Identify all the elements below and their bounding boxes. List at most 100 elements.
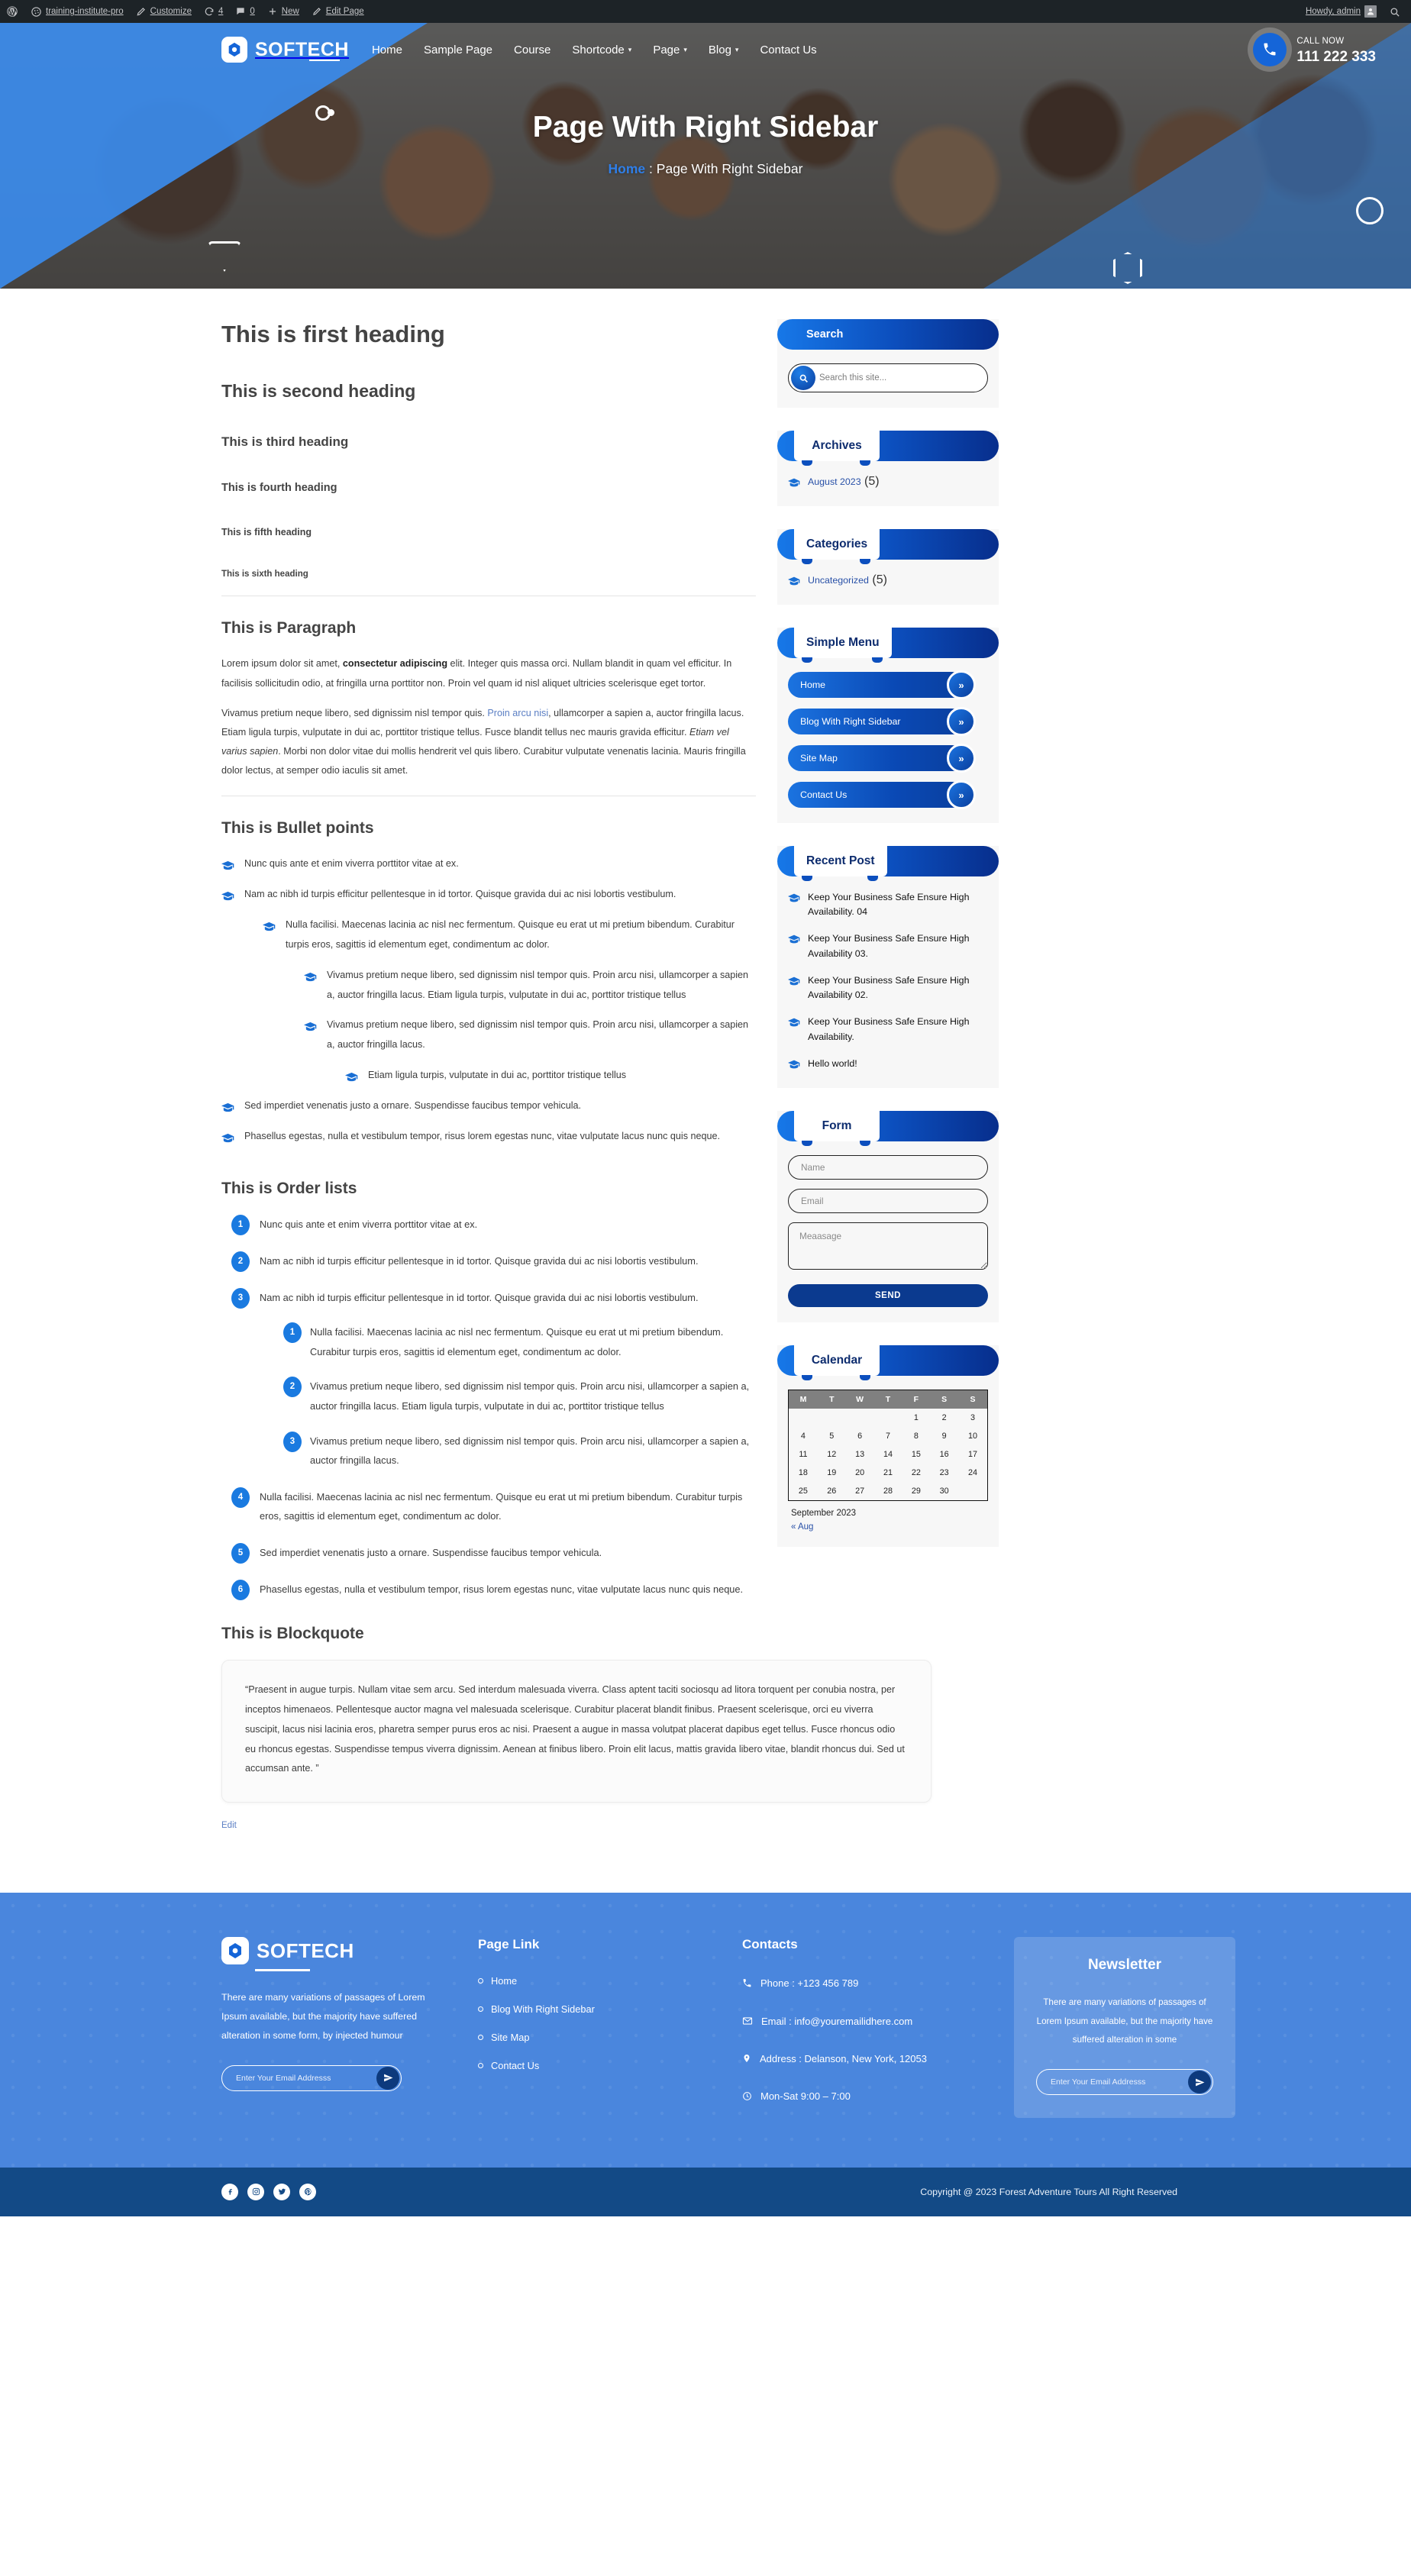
- list-item-text: Phasellus egestas, nulla et vestibulum t…: [244, 1130, 721, 1141]
- contact-hours-text: Mon-Sat 9:00 – 7:00: [760, 2090, 851, 2103]
- footer-description: There are many variations of passages of…: [221, 1992, 425, 2041]
- footer-link-site-map[interactable]: Site Map: [491, 2032, 530, 2043]
- chevron-down-icon: ▾: [628, 45, 632, 53]
- adminbar-search-icon[interactable]: [1383, 0, 1406, 23]
- footer-bottom-bar: Copyright @ 2023 Forest Adventure Tours …: [0, 2167, 1411, 2216]
- footer-newsletter-column: Newsletter There are many variations of …: [1014, 1937, 1235, 2126]
- search-input[interactable]: [789, 364, 987, 392]
- nav-item-blog[interactable]: Blog ▾: [709, 44, 739, 56]
- search-submit-button[interactable]: [791, 366, 815, 390]
- adminbar-edit-page[interactable]: Edit Page: [305, 0, 370, 23]
- nav-item-page[interactable]: Page ▾: [653, 44, 687, 56]
- widget-search-header: Search: [777, 319, 999, 350]
- widget-calendar-title: Calendar: [794, 1344, 880, 1380]
- list-number-badge: 5: [231, 1542, 250, 1564]
- list-item: Nunc quis ante et enim viverra porttitor…: [221, 854, 756, 874]
- footer-link-blog-with-right-sidebar[interactable]: Blog With Right Sidebar: [491, 2003, 595, 2015]
- circle-bullet-icon: [478, 2035, 483, 2041]
- chevron-down-icon: ▾: [735, 45, 739, 53]
- archives-list: August 2023 (5): [788, 475, 988, 491]
- nav-item-course[interactable]: Course: [514, 44, 551, 56]
- recent-post-link[interactable]: Keep Your Business Safe Ensure High Avai…: [808, 973, 988, 1002]
- menu-item-contact-us[interactable]: Contact Us »: [788, 780, 976, 809]
- widget-calendar: Calendar September 2023 M T W T F S S 1 …: [777, 1344, 999, 1547]
- newsletter-card: Newsletter There are many variations of …: [1014, 1937, 1235, 2119]
- bullet-sublist-level-4: Etiam ligula turpis, vulputate in dui ac…: [327, 1066, 756, 1086]
- calendar-day: 25: [798, 1486, 808, 1496]
- adminbar-new[interactable]: New: [261, 0, 305, 23]
- adminbar-comments[interactable]: 0: [229, 0, 260, 23]
- footer-link-contact-us[interactable]: Contact Us: [491, 2060, 539, 2071]
- heading-level-4: This is fourth heading: [221, 482, 337, 495]
- hero-center: Page With Right Sidebar Home : Page With…: [0, 76, 1411, 177]
- calendar-weekday: F: [902, 1390, 931, 1409]
- calendar-day: [958, 1482, 987, 1501]
- site-logo[interactable]: SOFTECH: [0, 37, 349, 63]
- message-field[interactable]: [788, 1222, 988, 1270]
- sidebar: Search Archives: [777, 319, 999, 1832]
- footer-link-home[interactable]: Home: [491, 1975, 517, 1987]
- nav-item-shortcode[interactable]: Shortcode ▾: [572, 44, 631, 56]
- recent-post-link[interactable]: Keep Your Business Safe Ensure High Avai…: [808, 931, 988, 960]
- recent-post-link[interactable]: Hello world!: [808, 1057, 857, 1071]
- avatar: [1364, 5, 1377, 18]
- call-now-block[interactable]: CALL NOW 111 222 333: [1253, 33, 1376, 66]
- instagram-icon[interactable]: [247, 2183, 264, 2200]
- recent-post-link[interactable]: Keep Your Business Safe Ensure High Avai…: [808, 1015, 988, 1044]
- newsletter-subscribe-box: [1036, 2069, 1213, 2096]
- nav-item-contact-us[interactable]: Contact Us: [760, 44, 816, 56]
- send-button[interactable]: SEND: [788, 1283, 988, 1307]
- adminbar-site-name[interactable]: training-institute-pro: [24, 0, 130, 23]
- category-link[interactable]: Uncategorized: [808, 575, 869, 586]
- graduation-cap-icon: [788, 1017, 800, 1031]
- widget-simple-menu-header: Simple Menu: [777, 628, 999, 663]
- calendar-week-row: 18 19 20 21 22 23 24: [789, 1464, 988, 1482]
- menu-item-blog-with-right-sidebar[interactable]: Blog With Right Sidebar »: [788, 707, 976, 736]
- ordered-list-item: 5 Sed imperdiet venenatis justo a ornare…: [221, 1542, 756, 1564]
- footer-email-input[interactable]: [222, 2065, 401, 2090]
- nav-item-home[interactable]: Home: [372, 44, 402, 56]
- menu-item-site-map[interactable]: Site Map »: [788, 744, 976, 773]
- footer-subscribe-box: [221, 2064, 402, 2091]
- name-field[interactable]: [788, 1154, 988, 1180]
- footer-subscribe-button[interactable]: [376, 2066, 399, 2090]
- archive-link[interactable]: August 2023: [808, 476, 861, 487]
- calendar-day: 2: [941, 1412, 947, 1422]
- nav-item-sample-page[interactable]: Sample Page: [424, 44, 492, 56]
- recent-post-link[interactable]: Keep Your Business Safe Ensure High Avai…: [808, 890, 988, 919]
- graduation-cap-icon: [788, 893, 800, 906]
- wordpress-logo-icon[interactable]: [0, 0, 24, 23]
- calendar-week-row: 25 26 27 28 29 30: [789, 1482, 988, 1501]
- newsletter-email-input[interactable]: [1037, 2070, 1212, 2095]
- widget-simple-menu-body: Home » Blog With Right Sidebar » Site Ma…: [777, 658, 999, 823]
- calendar-prev-month-link[interactable]: « Aug: [791, 1522, 813, 1532]
- list-number-badge: 3: [283, 1431, 302, 1452]
- adminbar-howdy[interactable]: Howdy, admin: [1300, 0, 1383, 23]
- widget-form-title: Form: [794, 1110, 880, 1146]
- breadcrumb-home[interactable]: Home: [609, 161, 646, 176]
- edit-link[interactable]: Edit: [221, 1821, 237, 1830]
- calendar-day: [846, 1409, 874, 1427]
- newsletter-subscribe-button[interactable]: [1188, 2071, 1211, 2094]
- chevron-right-double-icon: »: [947, 780, 976, 809]
- facebook-icon[interactable]: [221, 2183, 238, 2200]
- breadcrumb: Home : Page With Right Sidebar: [0, 161, 1411, 177]
- ordered-list-item: 6 Phasellus egestas, nulla et vestibulum…: [221, 1579, 756, 1600]
- footer-pagelink-list: Home Blog With Right Sidebar Site Map Co…: [478, 1975, 715, 2071]
- pinterest-icon[interactable]: [299, 2183, 316, 2200]
- category-count: (5): [872, 573, 887, 586]
- calendar-day: 4: [800, 1431, 806, 1441]
- section-title-paragraph: This is Paragraph: [221, 619, 357, 638]
- email-field[interactable]: [788, 1188, 988, 1213]
- adminbar-customize[interactable]: Customize: [130, 0, 198, 23]
- twitter-icon[interactable]: [273, 2183, 290, 2200]
- graduation-cap-icon: [221, 1100, 234, 1112]
- ordered-list: 1 Nunc quis ante et enim viverra porttit…: [221, 1215, 756, 1600]
- widget-categories-body: Uncategorized (5): [777, 560, 999, 605]
- graduation-cap-icon: [304, 1019, 317, 1031]
- adminbar-updates[interactable]: 4: [198, 0, 229, 23]
- paragraph-2-link[interactable]: Proin arcu nisi: [487, 708, 548, 718]
- footer-logo[interactable]: SOFTECH: [221, 1937, 450, 1965]
- list-item: Hello world!: [788, 1057, 988, 1073]
- menu-item-home[interactable]: Home »: [788, 670, 976, 699]
